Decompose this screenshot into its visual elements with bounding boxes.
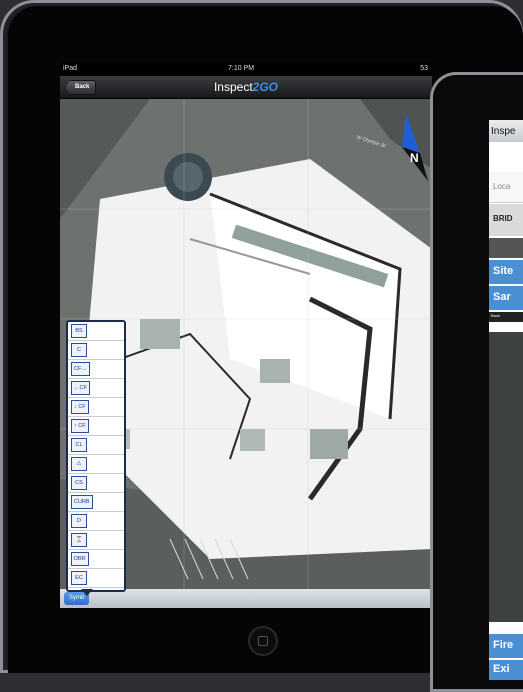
symbol-ec: EC xyxy=(71,571,87,585)
clock: 7:10 PM xyxy=(228,65,255,72)
symbol-curb: CURB xyxy=(71,495,93,509)
symbol-palette: BS C CF→ ←CF ↓ CF ↑ CF CL ⚠ CS CURB D ⌛ … xyxy=(66,320,126,592)
warning-icon: ⚠ xyxy=(71,457,87,471)
compass-north-label: N xyxy=(410,151,419,165)
bridge-row[interactable]: BRID xyxy=(489,204,523,236)
location-label: Loca xyxy=(493,182,511,191)
palette-item[interactable]: CS xyxy=(68,474,124,493)
palette-item[interactable]: EC xyxy=(68,569,124,588)
palette-item[interactable]: CURB xyxy=(68,493,124,512)
symbol-cf-up: ↑ CF xyxy=(71,419,89,433)
site-row[interactable]: Site xyxy=(489,260,523,284)
second-mini-bar: Back xyxy=(489,312,523,322)
second-photo xyxy=(489,332,523,622)
status-bar: iPad 7:10 PM 53 xyxy=(60,63,432,76)
home-button[interactable] xyxy=(248,626,278,656)
palette-item[interactable]: ←CF xyxy=(68,379,124,398)
site-label: Site xyxy=(493,265,514,277)
palette-item[interactable]: BS xyxy=(68,322,124,341)
palette-item[interactable]: CF→ xyxy=(68,360,124,379)
palette-item[interactable]: ⚠ xyxy=(68,455,124,474)
fire-label: Fire xyxy=(493,639,514,651)
second-back-button[interactable]: Back xyxy=(491,313,500,318)
palette-item[interactable]: C xyxy=(68,341,124,360)
fire-row[interactable]: Fire xyxy=(489,634,523,658)
symbol-cs: CS xyxy=(71,476,87,490)
palette-item[interactable]: ⌛ xyxy=(68,531,124,550)
palette-item[interactable]: D xyxy=(68,512,124,531)
symbol-cf-right: CF→ xyxy=(71,362,90,376)
symbol-cl: CL xyxy=(71,438,87,452)
sar-row[interactable]: Sar xyxy=(489,286,523,310)
symbol-d: D xyxy=(71,514,87,528)
palette-pointer xyxy=(81,589,93,596)
palette-item[interactable]: ↓ CF xyxy=(68,398,124,417)
compass-icon xyxy=(402,113,428,181)
second-nav-title: Inspe xyxy=(491,126,516,137)
second-ipad-screen: Inspe Loca BRID Site Sar Back Fire Exi xyxy=(489,120,523,680)
second-nav-bar: Inspe xyxy=(489,120,523,142)
palette-item[interactable]: CL xyxy=(68,436,124,455)
hourglass-icon: ⌛ xyxy=(71,533,87,547)
app-title-brand: 2GO xyxy=(252,80,279,94)
exit-label: Exi xyxy=(493,663,510,675)
sar-label: Sar xyxy=(493,291,511,303)
palette-item[interactable]: ↑ CF xyxy=(68,417,124,436)
symbol-cf-down: ↓ CF xyxy=(71,400,89,414)
bridge-label: BRID xyxy=(493,214,513,223)
palette-item[interactable]: DBR xyxy=(68,550,124,569)
symbol-cf-left: ←CF xyxy=(71,381,90,395)
symbol-bs: BS xyxy=(71,324,87,338)
symbol-dbr: DBR xyxy=(71,552,89,566)
app-title: Inspect2GO xyxy=(60,80,432,94)
app-title-prefix: Inspect xyxy=(213,80,253,94)
dark-divider xyxy=(489,238,523,258)
exit-row[interactable]: Exi xyxy=(489,660,523,680)
navigation-bar: Back Inspect2GO xyxy=(60,76,432,99)
battery-label: 53 xyxy=(420,65,428,72)
palette-item[interactable]: EL xyxy=(68,588,124,590)
location-row[interactable]: Loca xyxy=(489,172,523,203)
symbol-c: C xyxy=(71,343,87,357)
carrier-label: iPad xyxy=(63,65,78,72)
